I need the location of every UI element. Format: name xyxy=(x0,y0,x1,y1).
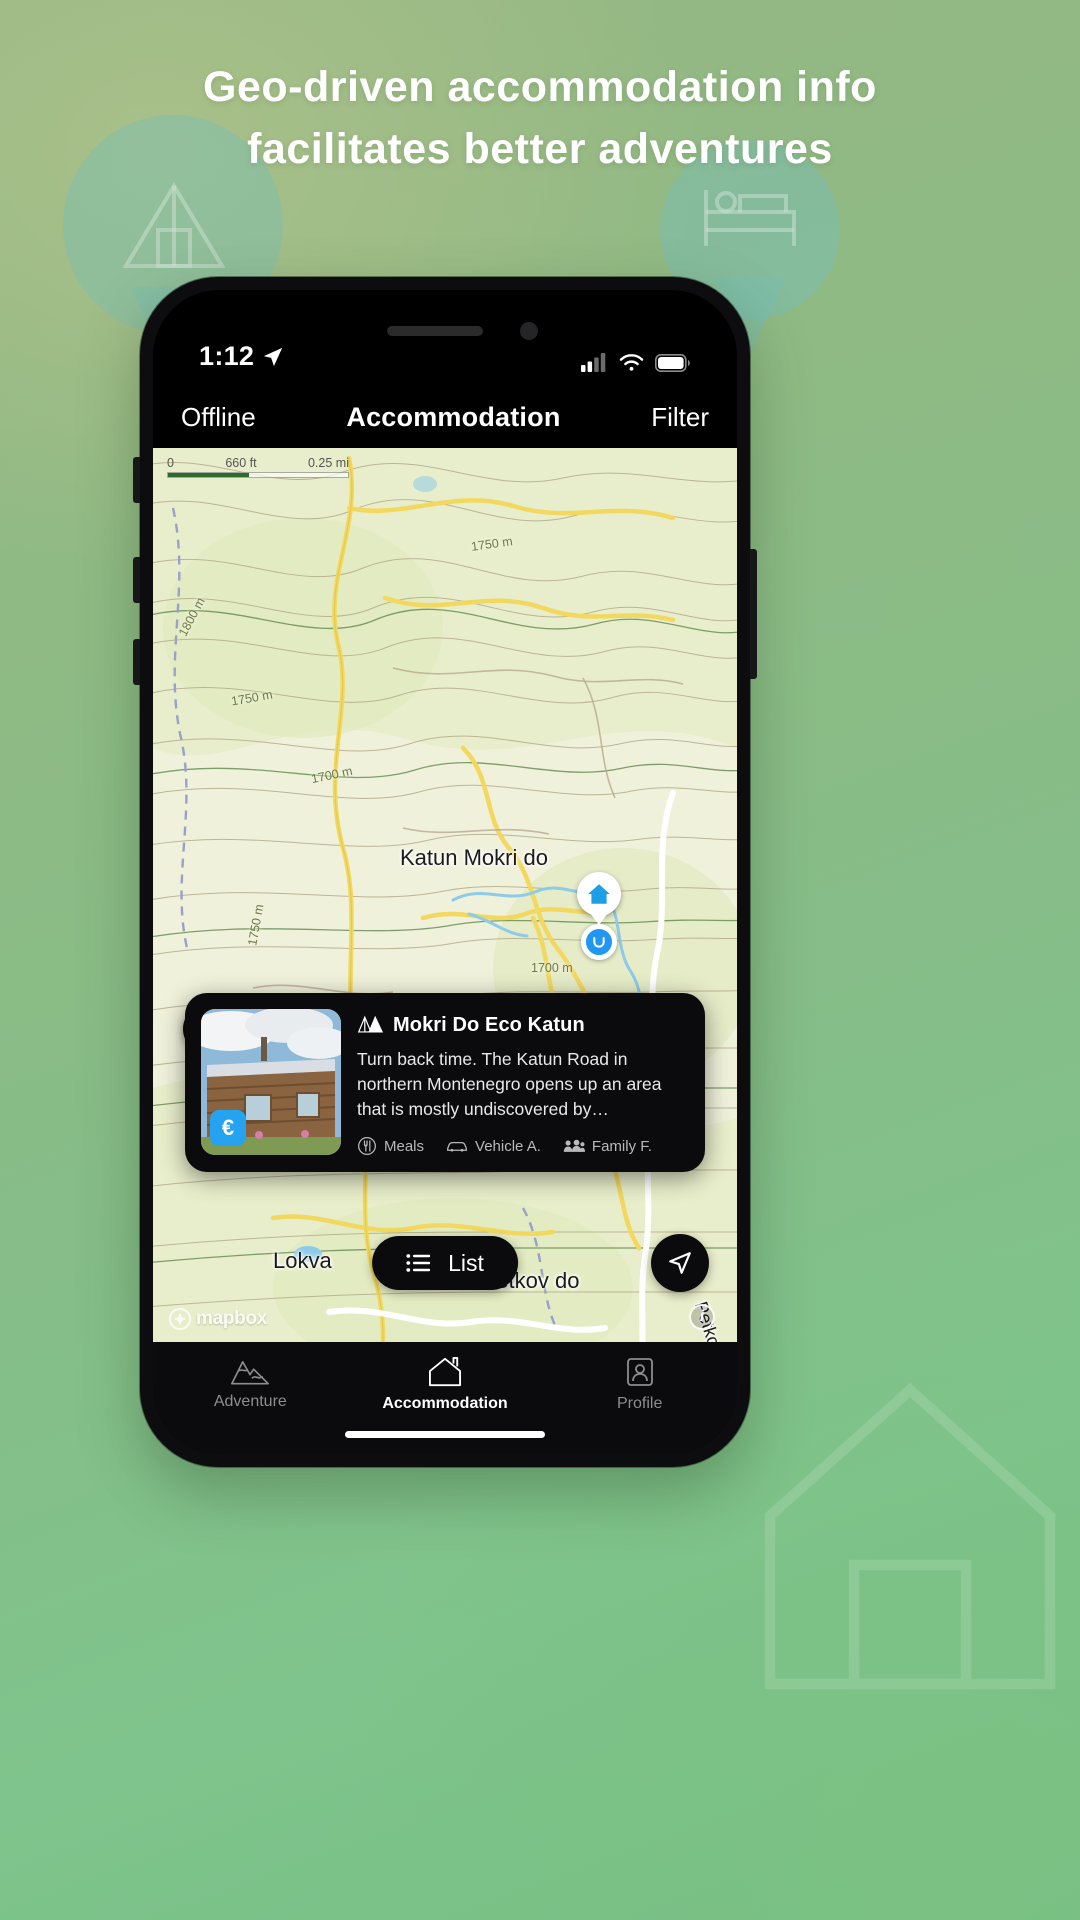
phone-mockup: 1:12 Offline Accommodation Filter 0 660 … xyxy=(133,277,757,1467)
tab-label: Adventure xyxy=(213,1393,287,1410)
bed-icon xyxy=(700,182,800,254)
status-left: 1:12 xyxy=(199,341,284,372)
amenity-label: Vehicle A. xyxy=(475,1137,541,1155)
location-arrow-icon xyxy=(262,346,284,368)
scale-zero: 0 xyxy=(167,456,174,470)
phone-screen: 1:12 Offline Accommodation Filter 0 660 … xyxy=(153,290,737,1454)
house-icon xyxy=(427,1356,463,1388)
mountains-icon xyxy=(230,1356,270,1386)
map-info-button[interactable]: i xyxy=(689,1304,715,1330)
promo-headline: Geo-driven accommodation info facilitate… xyxy=(0,56,1080,181)
headline-line-2: facilitates better adventures xyxy=(247,125,833,174)
tab-adventure[interactable]: Adventure xyxy=(153,1356,348,1411)
status-right xyxy=(581,353,691,372)
mapbox-attribution[interactable]: mapbox xyxy=(169,1308,267,1330)
tab-label: Profile xyxy=(617,1395,663,1412)
headline-line-1: Geo-driven accommodation info xyxy=(203,63,877,111)
accommodation-card[interactable]: € Mokri Do Eco Katun Turn back time. The… xyxy=(185,993,705,1172)
wifi-icon xyxy=(619,353,644,372)
accommodation-map-marker[interactable] xyxy=(577,872,621,916)
locate-button[interactable] xyxy=(651,1234,709,1292)
map-view[interactable]: 0 660 ft 0.25 mi 1750 m 1800 m 1750 m 17… xyxy=(153,448,737,1342)
contour-label: 1700 m xyxy=(531,961,573,975)
user-location-dot xyxy=(581,924,617,960)
family-icon xyxy=(563,1138,585,1154)
amenity-vehicle-access: Vehicle A. xyxy=(446,1138,541,1155)
tab-label: Accommodation xyxy=(382,1395,508,1412)
phone-notch xyxy=(316,290,574,368)
list-icon xyxy=(406,1253,431,1273)
status-time: 1:12 xyxy=(199,341,255,371)
front-camera xyxy=(520,322,538,340)
place-label-katun-mokri-do: Katun Mokri do xyxy=(400,845,548,870)
card-thumbnail[interactable]: € xyxy=(201,1009,341,1156)
filter-button[interactable]: Filter xyxy=(651,402,709,433)
earpiece-speaker xyxy=(386,326,483,336)
tent-icon xyxy=(118,178,230,274)
home-indicator[interactable] xyxy=(345,1431,545,1438)
cutlery-icon xyxy=(357,1136,377,1156)
car-icon xyxy=(446,1138,468,1154)
tab-profile[interactable]: Profile xyxy=(542,1356,737,1413)
watermark-house-icon xyxy=(700,1320,1080,1740)
amenity-meals: Meals xyxy=(357,1136,424,1156)
mapbox-label: mapbox xyxy=(196,1308,268,1329)
amenities-row: Meals Vehicle A. Family F. xyxy=(357,1136,689,1156)
list-button-label: List xyxy=(448,1249,484,1276)
tab-accommodation[interactable]: Accommodation xyxy=(348,1356,543,1413)
page-title: Accommodation xyxy=(346,401,561,432)
mountain-tent-icon xyxy=(357,1013,383,1037)
battery-full-icon xyxy=(655,353,691,372)
scale-end: 0.25 mi xyxy=(307,456,349,470)
list-button[interactable]: List xyxy=(372,1236,518,1290)
map-canvas xyxy=(153,448,737,1342)
mapbox-logo-icon xyxy=(169,1308,191,1330)
price-badge: € xyxy=(210,1110,246,1147)
card-body: Mokri Do Eco Katun Turn back time. The K… xyxy=(357,1009,689,1156)
place-label-lokva: Lokva xyxy=(273,1248,332,1273)
card-title: Mokri Do Eco Katun xyxy=(393,1013,585,1036)
amenity-label: Meals xyxy=(384,1137,425,1155)
card-description: Turn back time. The Katun Road in northe… xyxy=(357,1049,662,1120)
amenity-family-friendly: Family F. xyxy=(563,1138,652,1155)
scale-mid: 660 ft xyxy=(225,456,257,470)
navigation-bar: Offline Accommodation Filter xyxy=(153,386,737,448)
cellular-bars-icon xyxy=(581,353,608,372)
offline-button[interactable]: Offline xyxy=(181,402,256,433)
amenity-label: Family F. xyxy=(591,1137,652,1155)
power-button[interactable] xyxy=(750,549,757,679)
navigate-icon xyxy=(669,1252,691,1274)
house-pin-icon xyxy=(577,872,621,916)
map-scale-bar: 0 660 ft 0.25 mi xyxy=(167,456,349,478)
person-card-icon xyxy=(624,1356,656,1388)
